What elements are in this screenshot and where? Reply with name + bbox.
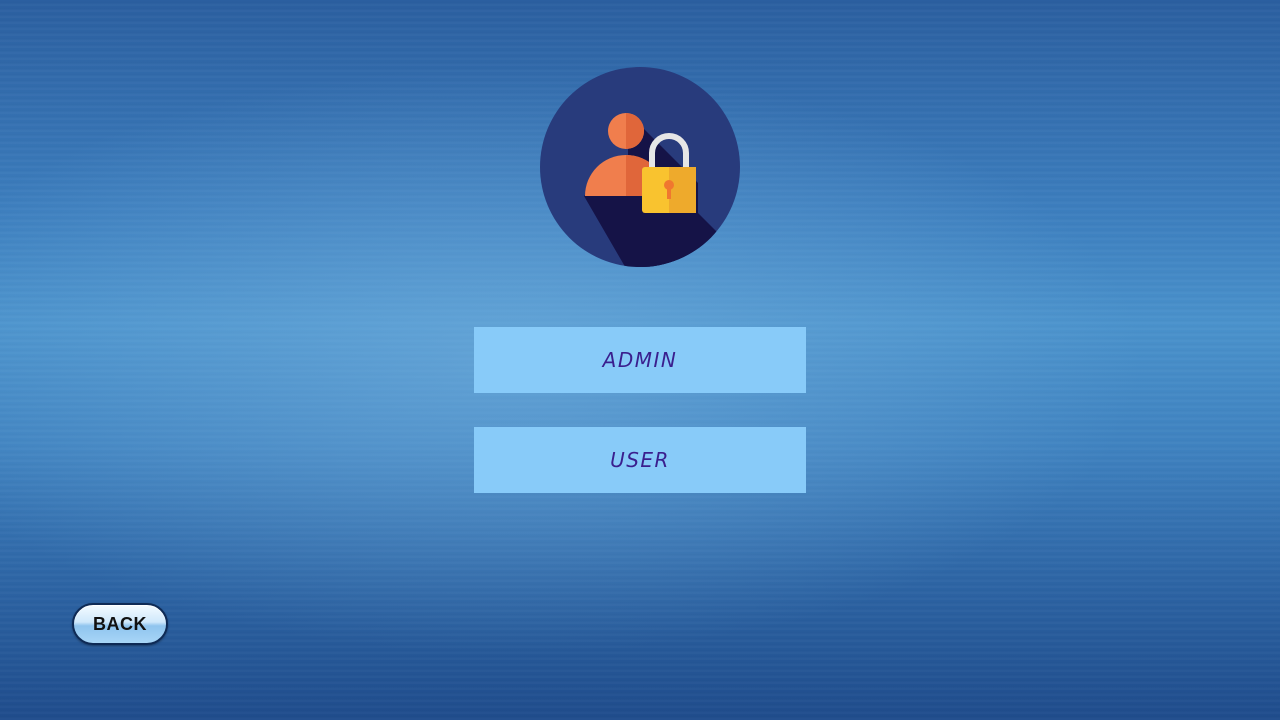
role-selection-screen: ADMIN USER BACK bbox=[0, 0, 1280, 720]
user-button[interactable]: USER bbox=[474, 427, 806, 493]
user-lock-icon bbox=[540, 67, 740, 267]
admin-button-label: ADMIN bbox=[602, 348, 678, 372]
back-button[interactable]: BACK bbox=[72, 603, 168, 645]
user-lock-logo bbox=[540, 67, 740, 267]
user-button-label: USER bbox=[610, 448, 670, 472]
back-button-label: BACK bbox=[93, 613, 147, 634]
admin-button[interactable]: ADMIN bbox=[474, 327, 806, 393]
